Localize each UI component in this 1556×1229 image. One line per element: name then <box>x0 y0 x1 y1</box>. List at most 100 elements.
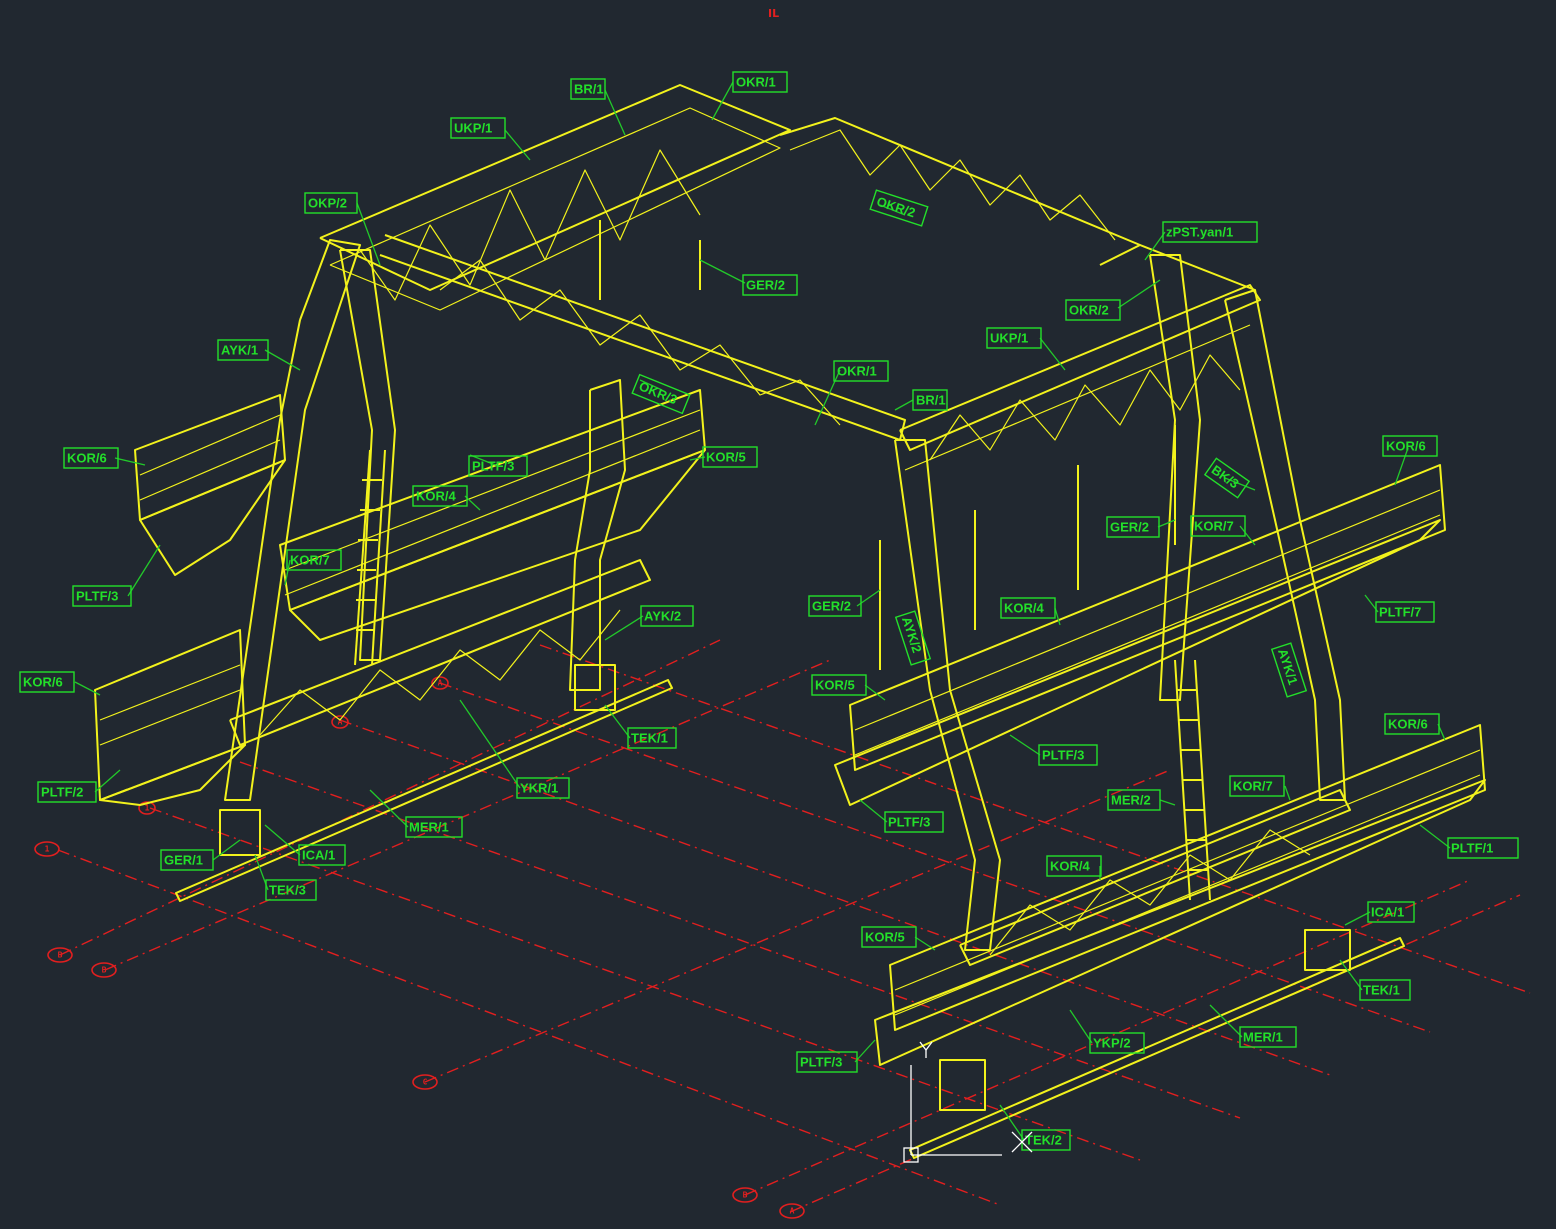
svg-text:KOR/4: KOR/4 <box>416 489 457 504</box>
grid-bubble: C <box>412 1074 438 1090</box>
svg-text:BR/1: BR/1 <box>574 82 604 97</box>
svg-text:KOR/6: KOR/6 <box>1386 439 1426 454</box>
grid-bubble: A <box>431 676 449 690</box>
part-tag: YKR/1 <box>516 777 570 799</box>
part-tag: PLTF/3 <box>1038 744 1098 766</box>
svg-text:GER/2: GER/2 <box>1110 520 1149 535</box>
svg-text:YKR/1: YKR/1 <box>520 781 558 796</box>
svg-text:AYK/2: AYK/2 <box>644 609 681 624</box>
part-tag: zPST.yan/1 <box>1162 221 1258 243</box>
svg-text:OKR/2: OKR/2 <box>875 194 917 221</box>
part-tag: ICA/1 <box>298 844 346 866</box>
part-tag: AYK/2 <box>640 605 694 627</box>
grid-bubble: 1 <box>34 841 60 857</box>
svg-text:KOR/7: KOR/7 <box>1233 779 1273 794</box>
svg-text:PLTF/3: PLTF/3 <box>472 459 514 474</box>
svg-text:PLTF/3: PLTF/3 <box>888 815 930 830</box>
svg-text:BK/3: BK/3 <box>1209 462 1242 491</box>
svg-text:MER/2: MER/2 <box>1111 793 1151 808</box>
svg-text:B: B <box>102 966 107 975</box>
svg-text:1: 1 <box>45 845 50 854</box>
top-axis-mark: IL <box>768 7 779 20</box>
part-tags: BR/1 OKR/1 UKP/1 OKP/2 OKR/2 zPST.yan/1 … <box>19 71 1519 1151</box>
part-tag: KOR/5 <box>811 674 867 696</box>
svg-text:KOR/7: KOR/7 <box>290 553 330 568</box>
svg-text:C: C <box>423 1078 428 1087</box>
part-tag: MER/1 <box>1239 1026 1297 1048</box>
part-tag: KOR/7 <box>1190 515 1246 537</box>
grid-bubble: B <box>91 962 117 978</box>
svg-text:OKR/1: OKR/1 <box>736 75 776 90</box>
part-tag: PLTF/7 <box>1375 601 1435 623</box>
svg-text:OKR/1: OKR/1 <box>837 364 877 379</box>
part-tag: TEK/1 <box>627 727 677 749</box>
svg-text:KOR/5: KOR/5 <box>815 678 855 693</box>
platform-kor-left-upper <box>134 394 286 521</box>
part-tag: KOR/6 <box>1384 713 1440 735</box>
part-tag: GER/2 <box>742 274 798 296</box>
svg-text:MER/1: MER/1 <box>1243 1030 1283 1045</box>
cad-viewport[interactable]: IL 1 B B C B A A A 1 BR/1 OKR/1 UKP/1 OK… <box>0 0 1556 1229</box>
part-tag: KOR/4 <box>1000 597 1056 619</box>
svg-text:AYK/1: AYK/1 <box>221 343 258 358</box>
svg-text:GER/1: GER/1 <box>164 853 203 868</box>
part-tag: OKR/2 <box>869 189 929 227</box>
bogie-left-front <box>574 664 616 711</box>
svg-text:OKP/2: OKP/2 <box>308 196 347 211</box>
part-tag: KOR/6 <box>19 671 75 693</box>
svg-text:PLTF/7: PLTF/7 <box>1379 605 1421 620</box>
part-tag: YKP/2 <box>1089 1032 1145 1054</box>
top-girder-back <box>779 117 1141 266</box>
svg-text:KOR/4: KOR/4 <box>1004 601 1045 616</box>
part-tag: KOR/5 <box>861 926 917 948</box>
left-leg-inner <box>339 249 396 661</box>
part-tag: PLTF/2 <box>37 781 97 803</box>
bogie-right-front <box>939 1059 986 1111</box>
svg-text:TEK/1: TEK/1 <box>631 731 668 746</box>
svg-text:KOR/5: KOR/5 <box>865 930 905 945</box>
part-tag: UKP/1 <box>986 327 1042 349</box>
platform-under-left-low <box>99 744 246 806</box>
part-tag: GER/2 <box>808 595 862 617</box>
svg-text:1: 1 <box>145 804 150 813</box>
part-tag: MER/1 <box>405 816 463 838</box>
svg-text:TEK/2: TEK/2 <box>1025 1133 1062 1148</box>
part-tag: OKR/1 <box>732 71 788 93</box>
part-tag: AYK/1 <box>217 339 269 361</box>
svg-text:KOR/4: KOR/4 <box>1050 859 1091 874</box>
bogie-left-back <box>219 809 261 856</box>
part-tag: KOR/7 <box>286 549 342 571</box>
svg-text:MER/1: MER/1 <box>409 820 449 835</box>
svg-text:PLTF/3: PLTF/3 <box>1042 748 1084 763</box>
part-tag: GER/2 <box>1106 516 1160 538</box>
svg-text:BR/1: BR/1 <box>916 393 946 408</box>
part-tag: ICA/1 <box>1367 901 1415 923</box>
svg-text:UKP/1: UKP/1 <box>990 331 1028 346</box>
svg-text:KOR/6: KOR/6 <box>1388 717 1428 732</box>
part-tag: BR/1 <box>912 389 948 411</box>
svg-text:PLTF/2: PLTF/2 <box>41 785 83 800</box>
svg-text:A: A <box>790 1207 795 1216</box>
svg-text:PLTF/3: PLTF/3 <box>800 1055 842 1070</box>
svg-text:B: B <box>58 951 63 960</box>
part-tag: KOR/6 <box>1382 435 1438 457</box>
part-tag: BK/3 <box>1203 457 1251 499</box>
part-tag: BR/1 <box>570 78 606 100</box>
svg-text:OKR/2: OKR/2 <box>1069 303 1109 318</box>
grid-bubbles: 1 B B C B A A A 1 <box>34 676 805 1219</box>
svg-text:YKP/2: YKP/2 <box>1093 1036 1131 1051</box>
svg-text:PLTF/1: PLTF/1 <box>1451 841 1493 856</box>
part-tag: OKR/1 <box>833 360 889 382</box>
part-tag: OKR/2 <box>1065 299 1121 321</box>
part-tag: KOR/6 <box>63 447 119 469</box>
part-tag: GER/1 <box>160 849 214 871</box>
left-lower-beam <box>229 559 651 746</box>
svg-text:ICA/1: ICA/1 <box>302 848 335 863</box>
part-tag: PLTF/1 <box>1447 837 1519 859</box>
svg-text:A: A <box>438 679 443 688</box>
svg-text:UKP/1: UKP/1 <box>454 121 492 136</box>
part-tag: PLTF/3 <box>72 585 132 607</box>
platform-under-mid <box>289 449 706 641</box>
svg-text:TEK/1: TEK/1 <box>1363 983 1400 998</box>
svg-text:GER/2: GER/2 <box>812 599 851 614</box>
